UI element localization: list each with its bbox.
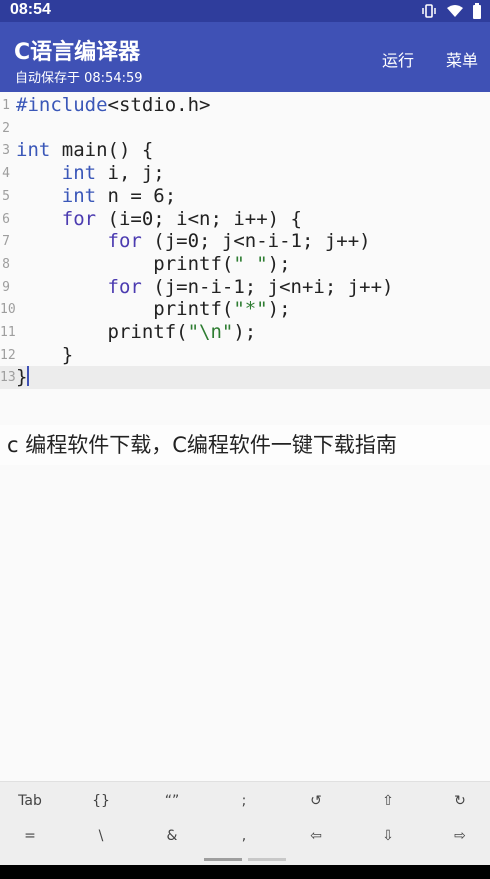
line-code: #include<stdio.h> [16,94,211,116]
line-code: int main() { [16,139,154,162]
key-braces[interactable]: {} [66,783,136,819]
text-cursor [27,366,30,387]
battery-icon [473,3,481,19]
code-line[interactable]: 6 for (i=0; i<n; i++) { [0,208,490,231]
key-ampersand[interactable]: & [137,818,207,854]
line-number: 13 [0,370,16,386]
keys-page-indicator-active [204,858,242,861]
line-number: 11 [0,325,16,340]
line-number: 12 [0,347,16,363]
key-quotes[interactable]: “” [137,783,207,819]
arrow-down-icon[interactable]: ⇩ [353,818,423,854]
code-editor[interactable]: 1 #include<stdio.h> 2 3 int main() {4 int i,… [0,92,490,390]
code-line[interactable]: 9 for (j=n-i-1; j<n+i; j++) [0,276,490,299]
key-backslash[interactable]: \ [66,818,136,854]
navigation-bar [0,865,490,879]
key-comma[interactable]: , [209,818,279,854]
line-code: printf("\n"); [16,321,257,343]
line-number: 3 [2,143,10,159]
keys-page-indicator [248,858,286,861]
code-line[interactable]: 5 int n = 6; [0,185,490,208]
line-number: 7 [2,234,10,250]
code-line[interactable]: 4 int i, j; [0,162,490,185]
status-time: 08:54 [10,1,51,18]
shift-icon[interactable]: ⇧ [353,783,423,819]
code-line[interactable]: 13} [0,366,490,390]
line-number: 6 [2,211,10,227]
key-semicolon[interactable]: ; [209,783,279,819]
code-line[interactable]: 3 int main() { [0,139,490,162]
line-number: 8 [2,256,10,272]
code-line[interactable]: 8 printf(" "); [0,253,490,276]
code-line[interactable]: 12 } [0,344,490,367]
menu-button[interactable]: 菜单 [446,47,478,71]
line-number: 10 [0,302,16,318]
autosave-status: 自动保存于 08:54:59 [15,71,143,86]
line-code: for (i=0; i<n; i++) { [61,207,302,230]
code-line[interactable]: 10 printf("*"); [0,298,490,321]
code-line[interactable]: 7 for (j=0; j<n-i-1; j++) [0,230,490,253]
caption-text: c 编程软件下载，C编程软件一键下载指南 [0,425,490,465]
line-code: printf("*"); [16,298,291,321]
app-bar: C语言编译器 自动保存于 08:54:59 运行 菜单 [0,22,490,92]
line-code: for (j=0; j<n-i-1; j++) [107,230,371,253]
code-line[interactable]: 11 printf("\n"); [0,321,490,344]
wifi-icon [447,5,463,17]
vibrate-icon [422,4,436,18]
line-code: for (j=n-i-1; j<n+i; j++) [107,275,394,298]
line-code: int i, j; [61,162,165,185]
redo-icon[interactable]: ↻ [425,783,490,819]
line-number: 1 [2,98,10,113]
line-number: 2 [2,120,10,136]
line-code: int n = 6; [61,184,177,207]
run-button[interactable]: 运行 [382,47,414,71]
line-number: 9 [2,279,10,295]
line-code: } [16,343,74,366]
extra-keys-bar: Tab {} “” ; ↺ ⇧ ↻ = \ & , ⇦ ⇩ ⇨ [0,781,490,865]
arrow-left-icon[interactable]: ⇦ [281,818,351,854]
line-number: 4 [2,166,10,182]
status-icons [420,3,482,19]
arrow-right-icon[interactable]: ⇨ [425,818,490,854]
status-bar: 08:54 [0,0,490,22]
line-code: } [16,366,30,389]
app-title: C语言编译器 [14,40,141,65]
line-number: 5 [2,188,10,204]
key-equals[interactable]: = [0,818,65,854]
code-line[interactable]: 1 #include<stdio.h> [0,94,490,117]
code-line[interactable]: 2 [0,117,490,140]
line-code: printf(" "); [16,252,291,275]
undo-icon[interactable]: ↺ [281,783,351,819]
key-tab[interactable]: Tab [0,783,65,819]
